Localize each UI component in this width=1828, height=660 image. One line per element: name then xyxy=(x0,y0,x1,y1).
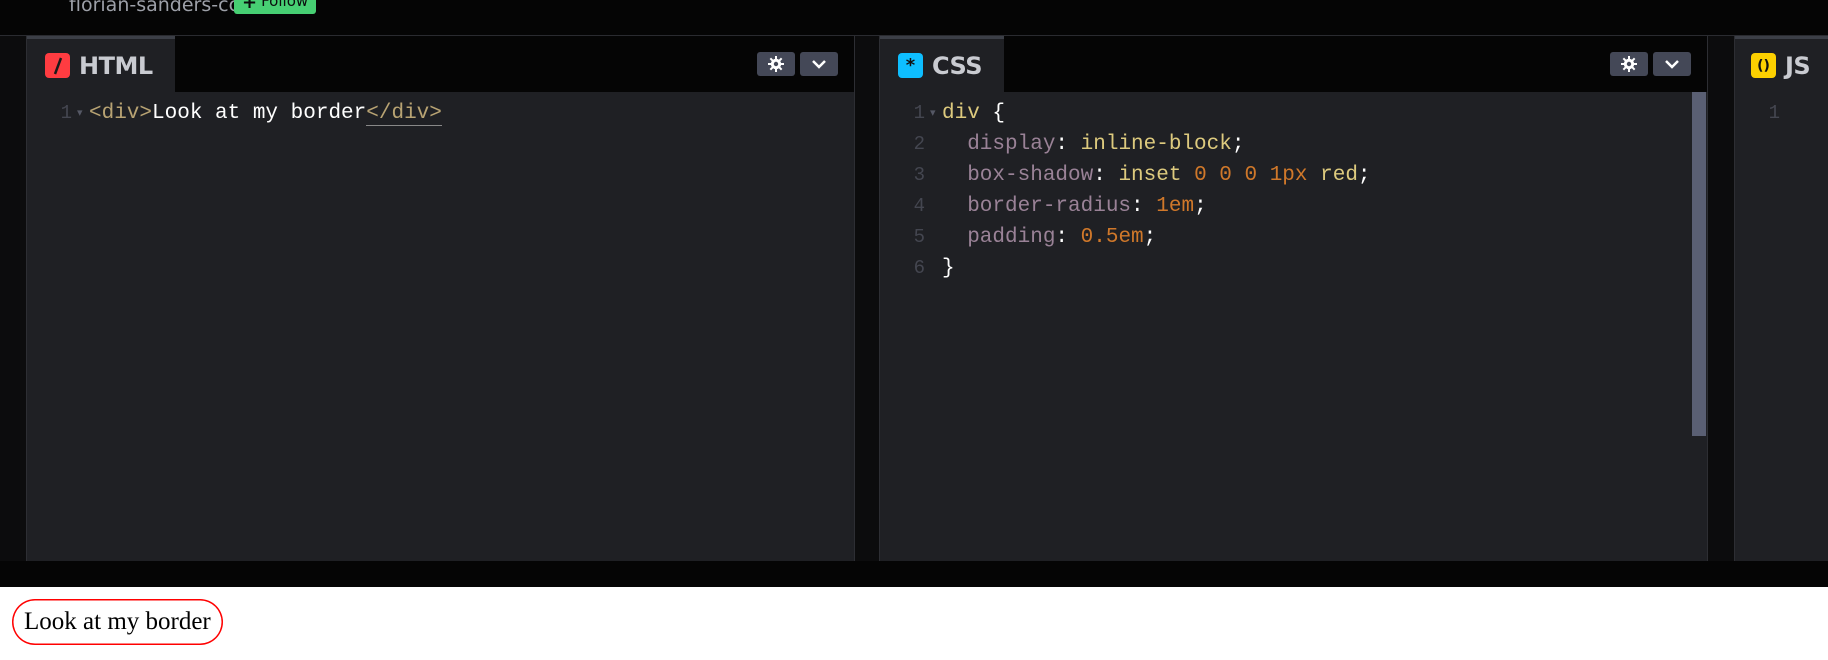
code-token: border-radius xyxy=(942,195,1132,218)
code-line[interactable]: box-shadow: inset 0 0 0 1px red; xyxy=(942,160,1371,191)
css-settings-button[interactable] xyxy=(1610,52,1648,76)
chevron-down-icon xyxy=(812,60,826,69)
code-token: : xyxy=(1093,164,1119,187)
css-asterisk-icon: * xyxy=(898,53,923,78)
tab-html[interactable]: HTML xyxy=(27,36,175,92)
code-line[interactable]: padding: 0.5em; xyxy=(942,222,1156,253)
code-token: div xyxy=(942,102,980,125)
gear-icon xyxy=(768,56,784,72)
css-scrollbar[interactable] xyxy=(1692,92,1706,436)
code-token: </div> xyxy=(366,102,442,126)
fold-arrow-icon[interactable]: ▾ xyxy=(77,98,89,129)
line-number: 6 xyxy=(913,257,925,279)
tab-css-label: CSS xyxy=(932,51,983,80)
html-settings-button[interactable] xyxy=(757,52,795,76)
left-resizer[interactable] xyxy=(0,36,26,561)
code-token: 0 0 0 1px xyxy=(1194,164,1321,187)
line-number: 5 xyxy=(913,226,925,248)
codepen-logo-icon[interactable] xyxy=(18,0,50,10)
css-code-area[interactable]: 1 ▾ div {2 display: inline-block; 3 box-sha… xyxy=(880,92,1707,561)
code-line[interactable]: border-radius: 1em; xyxy=(942,191,1207,222)
code-token: : xyxy=(1131,195,1157,218)
css-collapse-button[interactable] xyxy=(1653,52,1691,76)
code-token: padding xyxy=(942,226,1056,249)
code-token: red xyxy=(1320,164,1358,187)
line-number: 2 xyxy=(913,133,925,155)
code-token: display xyxy=(942,133,1056,156)
css-editor-pane: * CSS 1 ▾ div {2 display: inline-block; 3 b… xyxy=(879,36,1708,561)
tab-js-label: JS xyxy=(1785,51,1811,80)
follow-label: Follow xyxy=(261,0,309,10)
code-token: Look at my border xyxy=(152,102,367,125)
code-token: 1em xyxy=(1156,195,1195,218)
line-number: 3 xyxy=(913,164,925,186)
tab-html-label: HTML xyxy=(79,51,153,80)
fold-arrow-icon[interactable]: ▾ xyxy=(930,98,942,129)
code-token: 0.5em xyxy=(1080,226,1144,249)
preview-bordered-div: Look at my border xyxy=(12,599,223,645)
code-token: ; xyxy=(1143,226,1157,249)
html-collapse-button[interactable] xyxy=(800,52,838,76)
css-js-resizer[interactable] xyxy=(1708,36,1734,561)
chevron-down-icon xyxy=(1665,60,1679,69)
code-token: } xyxy=(942,257,955,280)
code-token: inset xyxy=(1118,164,1195,187)
tab-css[interactable]: * CSS xyxy=(880,36,1005,92)
code-line[interactable]: <div>Look at my border</div> xyxy=(89,98,442,129)
code-token: ; xyxy=(1231,133,1245,156)
code-token: ; xyxy=(1194,195,1207,218)
js-editor-pane: () JS 1 xyxy=(1734,36,1828,561)
code-token: inline-block xyxy=(1080,133,1232,156)
code-line[interactable]: } xyxy=(942,253,955,284)
code-line[interactable]: display: inline-block; xyxy=(942,129,1244,160)
plus-icon: + xyxy=(242,0,258,13)
code-token: ; xyxy=(1357,164,1371,187)
code-line[interactable]: div { xyxy=(942,98,1005,129)
code-token: : xyxy=(1055,226,1081,249)
line-number: 4 xyxy=(913,195,925,217)
header-bar: florian-sanders-cc + Follow xyxy=(0,0,1828,36)
follow-button[interactable]: + Follow xyxy=(234,0,317,14)
code-token: : xyxy=(1055,133,1081,156)
editors-area: HTML 1 ▾ <div>Look at my border</div> * CS… xyxy=(0,36,1828,561)
line-number: 1 xyxy=(1768,102,1780,124)
html-editor-pane: HTML 1 ▾ <div>Look at my border</div> xyxy=(26,36,855,561)
code-token: { xyxy=(979,102,1006,125)
preview-frame: Look at my border xyxy=(0,587,1828,660)
preview-resize-bar[interactable] xyxy=(0,561,1828,587)
code-token: box-shadow xyxy=(942,164,1094,187)
gear-icon xyxy=(1621,56,1637,72)
html-code-area[interactable]: 1 ▾ <div>Look at my border</div> xyxy=(27,92,854,561)
author-username[interactable]: florian-sanders-cc xyxy=(69,0,239,16)
code-token: <div> xyxy=(89,102,153,125)
tab-js[interactable]: () JS xyxy=(1735,36,1828,92)
js-code-area[interactable]: 1 xyxy=(1735,92,1828,561)
line-number: 1 xyxy=(913,102,925,124)
html-css-resizer[interactable] xyxy=(855,36,879,561)
js-parens-icon: () xyxy=(1751,53,1776,78)
html-slash-icon xyxy=(45,53,70,78)
line-number: 1 xyxy=(60,102,72,124)
